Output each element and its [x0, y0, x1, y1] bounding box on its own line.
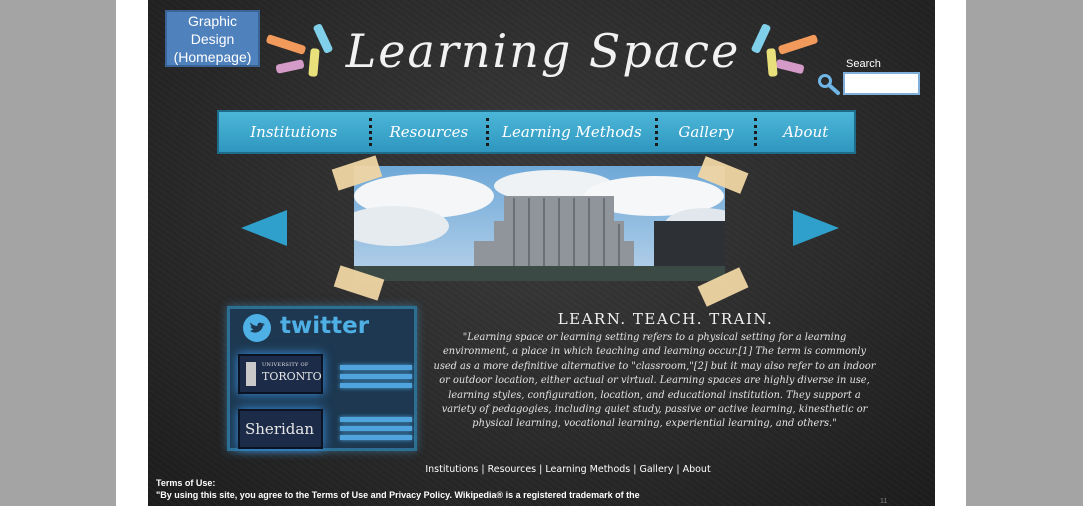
left-gutter [0, 0, 116, 506]
tagline: LEARN. TEACH. TRAIN. [557, 310, 774, 328]
slider-prev-arrow[interactable] [241, 210, 287, 246]
university-of-toronto-logo[interactable]: UNIVERSITY OF TORONTO [238, 354, 323, 394]
footer-link-gallery[interactable]: Gallery [639, 464, 673, 475]
twitter-bird-icon[interactable] [242, 313, 272, 343]
slider-image [354, 166, 725, 281]
footer-nav: Institutions | Resources | Learning Meth… [328, 464, 808, 475]
terms-title: Terms of Use: [156, 478, 216, 488]
chalkboard-page: Graphic Design (Homepage) Learning Space… [148, 0, 935, 506]
page-number: 11 [880, 498, 888, 505]
badge-line2: (Homepage) [173, 48, 252, 65]
nav-about[interactable]: About [757, 112, 854, 152]
intro-paragraph: "Learning space or learning setting refe… [433, 332, 876, 430]
right-gutter [966, 0, 1083, 506]
search-label: Search [846, 58, 881, 70]
uoft-name-text: TORONTO [262, 370, 322, 383]
nav-learning-methods[interactable]: Learning Methods [489, 112, 654, 152]
uoft-small-text: UNIVERSITY OF [262, 362, 309, 368]
site-title: Learning Space [345, 24, 741, 78]
terms-text: "By using this site, you agree to the Te… [156, 490, 640, 500]
slider-next-arrow[interactable] [793, 210, 839, 246]
twitter-wordmark[interactable]: twitter [280, 313, 369, 339]
nav-gallery[interactable]: Gallery [658, 112, 755, 152]
graphic-design-badge: Graphic Design (Homepage) [165, 10, 260, 67]
badge-line1: Graphic Design [187, 12, 238, 47]
footer-separator: | [478, 464, 488, 475]
main-nav: Institutions Resources Learning Methods … [217, 110, 856, 154]
nav-resources[interactable]: Resources [372, 112, 487, 152]
footer-link-about[interactable]: About [683, 464, 711, 475]
sheridan-name-text: Sheridan [245, 420, 314, 438]
footer-link-resources[interactable]: Resources [488, 464, 537, 475]
footer-separator: | [536, 464, 546, 475]
nav-institutions[interactable]: Institutions [219, 112, 369, 152]
search-input[interactable] [843, 72, 920, 95]
footer-link-learning-methods[interactable]: Learning Methods [545, 464, 630, 475]
tweet-placeholder-lines [340, 365, 412, 392]
sheridan-logo[interactable]: Sheridan [238, 409, 323, 449]
footer-separator: | [673, 464, 683, 475]
tweet-placeholder-lines [340, 417, 412, 444]
footer-link-institutions[interactable]: Institutions [425, 464, 478, 475]
twitter-panel: twitter UNIVERSITY OF TORONTO Sheridan [227, 306, 417, 451]
search-icon[interactable] [816, 72, 842, 96]
